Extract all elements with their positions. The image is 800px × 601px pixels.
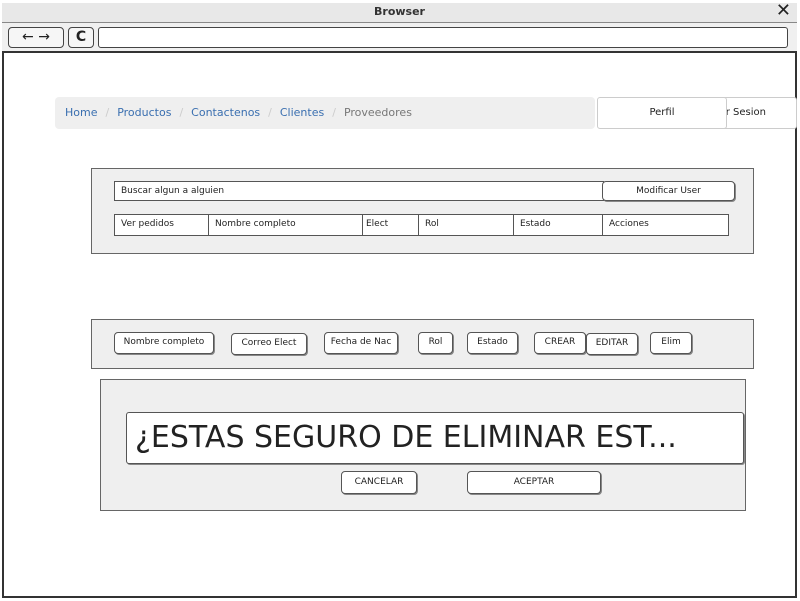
url-bar[interactable] (98, 27, 788, 48)
title-bar: Browser ✕ (2, 1, 797, 23)
header-nombre-completo: Nombre completo (208, 214, 364, 236)
crumb-home[interactable]: Home (65, 106, 97, 119)
modificar-user-button[interactable]: Modificar User (602, 181, 735, 201)
nombre-completo-button[interactable]: Nombre completo (114, 332, 214, 354)
close-icon[interactable]: ✕ (776, 1, 791, 21)
breadcrumb: Home / Productos / Contactenos / Clientes / Prov… (55, 97, 595, 129)
crumb-separator: / (179, 106, 184, 119)
browser-toolbar: ← → C (2, 23, 797, 53)
header-ver-pedidos: Ver pedidos (114, 214, 210, 236)
crear-button[interactable]: CREAR (534, 332, 586, 354)
back-arrow-icon[interactable]: ← (22, 29, 34, 45)
estado-button[interactable]: Estado (467, 332, 518, 354)
crumb-clientes[interactable]: Clientes (280, 106, 324, 119)
reload-icon[interactable]: C (68, 27, 94, 48)
header-rol: Rol (418, 214, 515, 236)
back-forward-buttons[interactable]: ← → (8, 27, 64, 48)
window-title: Browser (374, 5, 425, 18)
header-estado: Estado (513, 214, 604, 236)
editar-button[interactable]: EDITAR (586, 333, 638, 355)
forward-arrow-icon[interactable]: → (38, 29, 50, 45)
perfil-button[interactable]: Perfil (597, 97, 727, 129)
crumb-separator: / (105, 106, 110, 119)
header-elect: Elect (362, 214, 420, 236)
correo-elect-button[interactable]: Correo Elect (231, 333, 307, 355)
crumb-separator: / (268, 106, 272, 119)
crumb-productos[interactable]: Productos (117, 106, 171, 119)
fecha-nac-button[interactable]: Fecha de Nac (324, 332, 398, 354)
crumb-separator: / (332, 106, 336, 119)
accept-button[interactable]: ACEPTAR (467, 471, 601, 494)
crumb-proveedores: Proveedores (343, 106, 412, 119)
search-input[interactable]: Buscar algun a alguien (114, 181, 604, 201)
header-acciones: Acciones (602, 214, 729, 236)
rol-button[interactable]: Rol (418, 332, 453, 354)
eliminar-button[interactable]: Elim (650, 332, 692, 354)
confirm-message: ¿ESTAS SEGURO DE ELIMINAR EST... (126, 412, 744, 464)
cancel-button[interactable]: CANCELAR (341, 471, 417, 494)
crumb-contactenos[interactable]: Contactenos (191, 106, 260, 119)
